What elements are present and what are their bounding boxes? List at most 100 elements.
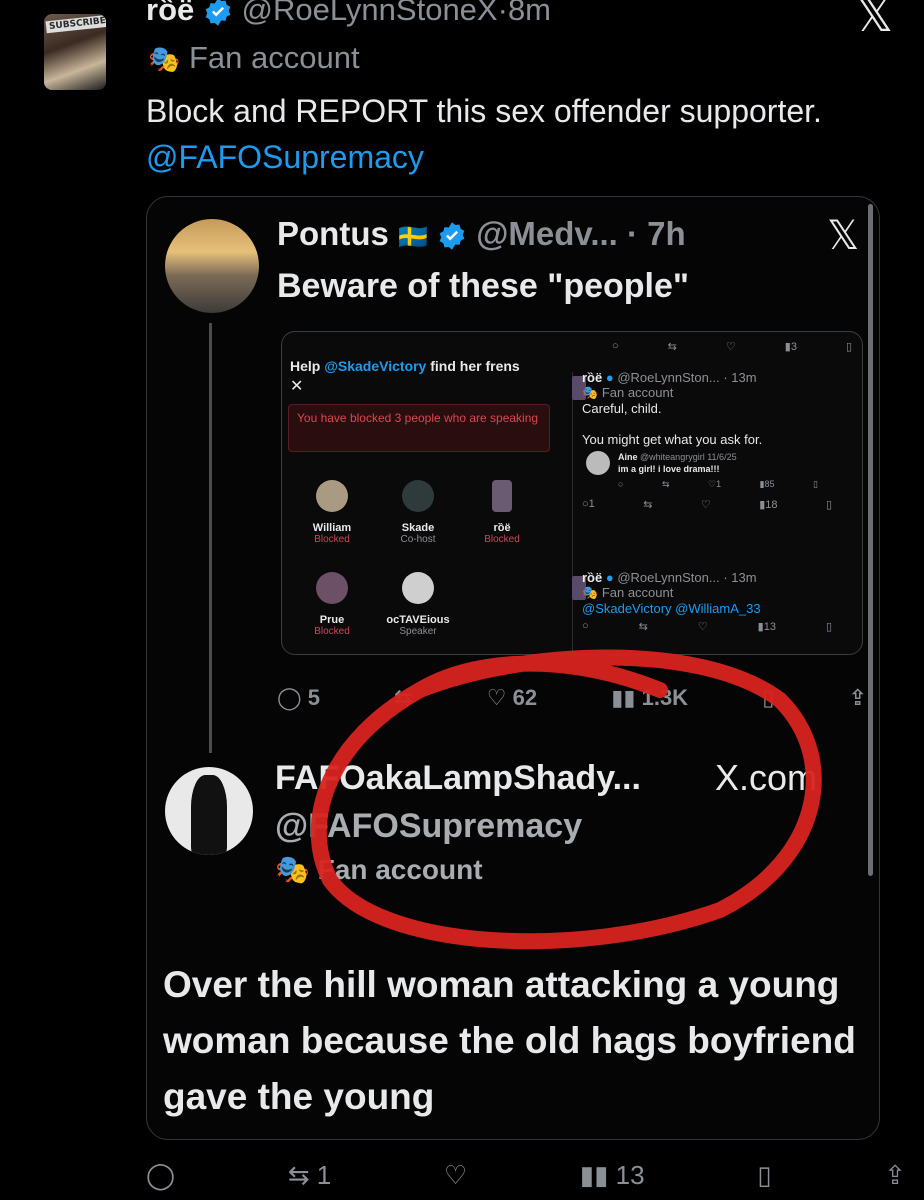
like-button[interactable]: ♡ xyxy=(444,1160,467,1191)
bookmark-icon[interactable]: ▯ xyxy=(826,498,832,511)
views-count: 85 xyxy=(764,479,775,489)
space-person-prue[interactable]: Prue Blocked xyxy=(292,572,372,637)
outer-display-name[interactable]: rȍë xyxy=(146,0,194,27)
like-count: 62 xyxy=(512,685,538,710)
sweden-flag-icon: 🇸🇪 xyxy=(398,224,428,251)
verified-badge-icon: ● xyxy=(605,370,614,385)
reply-button[interactable]: ◯ xyxy=(146,1160,175,1191)
like-icon[interactable]: ♡ xyxy=(726,340,736,353)
reply-count: 5 xyxy=(307,685,320,710)
reply-time: 13m xyxy=(731,370,757,385)
retweet-button[interactable]: ⇆ xyxy=(394,685,412,711)
space-person-skade[interactable]: Skade Co-host xyxy=(378,480,458,545)
avatar-figure xyxy=(191,775,227,855)
retweet-icon[interactable]: ⇆ xyxy=(668,340,677,353)
reply-time: 13m xyxy=(731,570,757,585)
outer-tweet-body: Block and REPORT this sex offender suppo… xyxy=(146,93,822,129)
retweet-count: 1 xyxy=(316,1160,332,1190)
views-icon[interactable]: ▮85 xyxy=(760,478,775,490)
outer-mention-link[interactable]: @FAFOSupremacy xyxy=(146,134,916,180)
bookmark-icon: ▯ xyxy=(762,685,775,710)
views-button[interactable]: ▮▮ 1.3K xyxy=(611,685,688,711)
views-icon[interactable]: ▮18 xyxy=(759,498,777,511)
outer-handle[interactable]: @RoeLynnStoneX xyxy=(242,0,498,27)
like-icon[interactable]: ♡ xyxy=(701,498,711,511)
space-person-roe[interactable]: rȍë Blocked xyxy=(462,480,542,545)
fafo-display-name[interactable]: FAFOakaLampShady... xyxy=(275,759,641,798)
retweet-icon: ⇆ xyxy=(287,1160,310,1190)
views-icon: ▮▮ xyxy=(611,685,636,710)
bookmark-icon[interactable]: ▯ xyxy=(846,340,852,353)
bookmark-button[interactable]: ▯ xyxy=(757,1160,771,1191)
space-screenshot[interactable]: Help @SkadeVictory find her frens ✕ You … xyxy=(281,331,863,655)
reply-name[interactable]: rȍë xyxy=(582,570,602,585)
reply-handle[interactable]: @RoeLynnSton... xyxy=(617,570,719,585)
pontus-display-name[interactable]: Pontus xyxy=(277,215,389,252)
like-icon: ♡ xyxy=(443,1160,468,1190)
retweet-icon[interactable]: ⇆ xyxy=(639,620,648,633)
reply-1[interactable]: rȍë ● @RoeLynnSton... · 13m 🎭 Fan accoun… xyxy=(582,370,852,511)
retweet-icon[interactable]: ⇆ xyxy=(643,498,652,511)
avatar xyxy=(586,451,610,475)
embedded-date: 11/6/25 xyxy=(707,452,737,462)
x-logo-icon[interactable]: 𝕏 xyxy=(827,213,859,259)
dot-separator: · xyxy=(723,570,728,585)
quoted-media-card[interactable]: Pontus 🇸🇪 @Medv... · 7h 𝕏 Beware of thes… xyxy=(146,196,880,1140)
retweet-icon: ⇆ xyxy=(394,685,413,710)
share-button[interactable]: ⇪ xyxy=(849,685,867,711)
space-person-william[interactable]: William Blocked xyxy=(292,480,372,545)
outer-avatar[interactable]: SUBSCRIBE xyxy=(44,14,106,90)
embedded-tweet[interactable]: Aine @whiteangrygirl 11/6/25 im a girl! … xyxy=(582,451,852,490)
space-title-mention[interactable]: @SkadeVictory xyxy=(324,358,426,374)
reply-2[interactable]: rȍë ● @RoeLynnSton... · 13m 🎭 Fan accoun… xyxy=(582,570,852,633)
space-person-octaveious[interactable]: ocTAVEious Speaker xyxy=(378,572,458,637)
reply-handle[interactable]: @RoeLynnSton... xyxy=(617,370,719,385)
reply-name[interactable]: rȍë xyxy=(582,370,602,385)
like-icon[interactable]: ♡1 xyxy=(708,478,721,490)
retweet-button[interactable]: ⇆ 1 xyxy=(288,1160,332,1191)
like-count: 1 xyxy=(716,479,722,489)
outer-fan-label: 🎭 Fan account xyxy=(148,40,360,76)
x-logo-icon[interactable]: 𝕏 xyxy=(856,0,893,42)
reply-mentions[interactable]: @SkadeVictory @WilliamA_33 xyxy=(582,601,852,616)
views-icon[interactable]: ▮13 xyxy=(758,620,776,633)
person-name: William xyxy=(312,522,352,534)
outer-tweet-header: rȍë @RoeLynnStoneX·8m xyxy=(146,0,551,28)
person-name: rȍë xyxy=(493,522,511,534)
views-icon[interactable]: ▮3 xyxy=(785,340,797,353)
like-icon: ♡ xyxy=(486,685,507,710)
views-button[interactable]: ▮▮ 13 xyxy=(580,1160,645,1191)
like-button[interactable]: ♡ 62 xyxy=(487,685,537,711)
person-name: Skade xyxy=(401,522,435,534)
pontus-handle[interactable]: @Medv... xyxy=(476,215,618,252)
avatar xyxy=(402,480,434,512)
close-icon[interactable]: ✕ xyxy=(290,376,303,396)
bookmark-icon[interactable]: ▯ xyxy=(826,620,832,633)
like-icon[interactable]: ♡ xyxy=(698,620,708,633)
reply-line-1: Careful, child. xyxy=(582,401,662,416)
dot-separator: · xyxy=(617,215,648,252)
bookmark-icon[interactable]: ▯ xyxy=(813,478,818,490)
mask-icon: 🎭 xyxy=(582,585,599,600)
person-role: Blocked xyxy=(314,626,350,637)
dot-separator: · xyxy=(497,0,508,27)
pontus-avatar[interactable] xyxy=(165,219,259,313)
reply-icon[interactable]: ○ xyxy=(612,340,619,353)
outer-time[interactable]: 8m xyxy=(508,0,551,27)
reply-icon[interactable]: ○ xyxy=(582,620,589,633)
scrollbar[interactable] xyxy=(868,204,873,876)
fafo-handle[interactable]: @FAFOSupremacy xyxy=(275,807,582,846)
retweet-icon[interactable]: ⇆ xyxy=(662,478,670,490)
space-title-suffix: find her frens xyxy=(426,358,520,374)
pontus-tweet-text: Beware of these "people" xyxy=(277,267,690,305)
share-button[interactable]: ⇪ xyxy=(884,1160,906,1191)
reply-icon[interactable]: ○1 xyxy=(582,498,595,511)
reply-button[interactable]: ◯ 5 xyxy=(277,685,320,711)
pontus-time[interactable]: 7h xyxy=(647,215,686,252)
views-count: 13 xyxy=(763,621,776,633)
fafo-avatar[interactable] xyxy=(165,767,253,855)
reply-icon[interactable]: ○ xyxy=(618,478,623,490)
fan-label-text: Fan account xyxy=(189,40,360,75)
bookmark-button[interactable]: ▯ xyxy=(762,685,774,711)
pontus-action-bar: ◯ 5 ⇆ ♡ 62 ▮▮ 1.3K ▯ ⇪ xyxy=(277,685,867,711)
